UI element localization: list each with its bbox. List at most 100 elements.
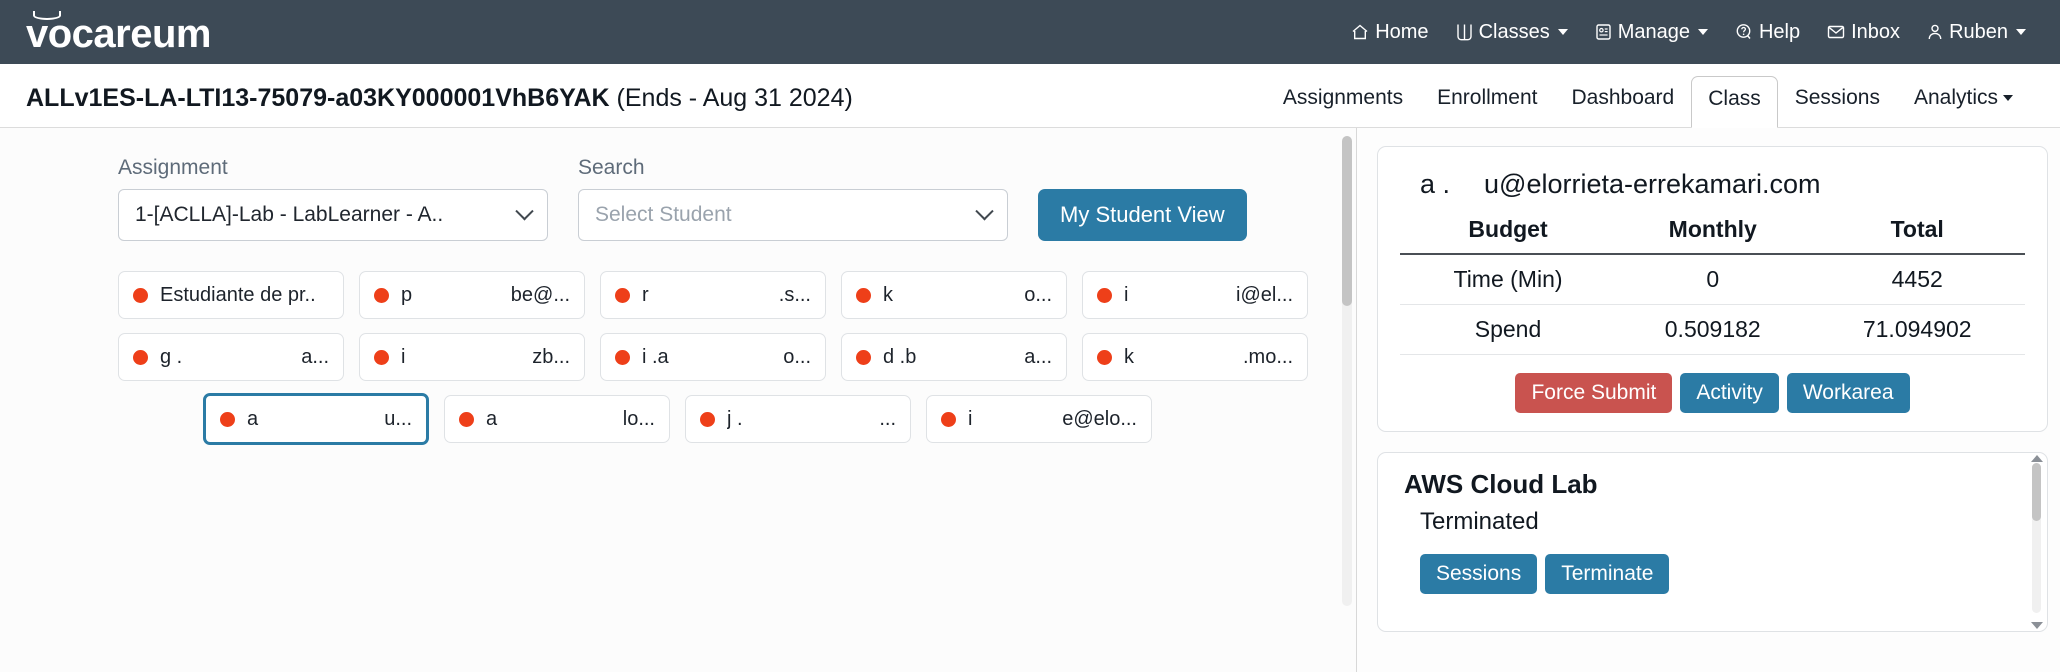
nav-inbox[interactable]: Inbox	[1826, 21, 1900, 44]
student-email: u...	[384, 407, 412, 430]
list-item[interactable]: a lo...	[444, 395, 670, 443]
status-dot-icon	[856, 287, 871, 303]
tab-class[interactable]: Class	[1691, 76, 1778, 128]
tab-assignments-label: Assignments	[1282, 86, 1404, 109]
budget-table: Budget Monthly Total Time (Min) 0 4452 S…	[1400, 212, 2025, 355]
chevron-down-icon	[1557, 29, 1568, 35]
tab-assignments[interactable]: Assignments	[1266, 75, 1420, 127]
list-item[interactable]: i e@elo...	[926, 395, 1152, 443]
nav-user[interactable]: Ruben	[1926, 21, 2026, 44]
nav-home[interactable]: Home	[1350, 20, 1429, 44]
student-search-placeholder: Select Student	[595, 203, 732, 226]
status-dot-icon	[374, 349, 389, 365]
lab-card-scrollbar-thumb[interactable]	[2032, 463, 2041, 521]
list-item[interactable]: Estudiante de pr...	[118, 271, 344, 319]
lab-card-scrollbar[interactable]	[2032, 463, 2041, 613]
scroll-up-icon[interactable]	[2031, 455, 2043, 462]
student-budget-card: a . u@elorrieta-errekamari.com Budget Mo…	[1377, 146, 2048, 432]
nav-manage[interactable]: Manage	[1594, 21, 1708, 44]
status-dot-icon	[1097, 287, 1112, 303]
id-card-icon	[1594, 22, 1613, 42]
chevron-down-icon	[515, 201, 534, 220]
status-dot-icon	[700, 411, 715, 427]
chevron-down-icon	[1697, 29, 1708, 35]
row-label: Spend	[1400, 304, 1617, 355]
student-email: i@el...	[1236, 283, 1293, 306]
lab-status: Terminated	[1420, 508, 1539, 535]
list-item[interactable]: d .b a...	[841, 333, 1067, 381]
workarea-button[interactable]: Workarea	[1786, 373, 1910, 413]
student-email: a...	[1024, 345, 1052, 368]
student-name: p	[401, 283, 413, 306]
list-item[interactable]: r .s...	[600, 271, 826, 319]
student-row-3: a u... a lo... j . ... i e@elo...	[118, 393, 1356, 445]
book-icon	[1455, 22, 1474, 42]
tab-enrollment[interactable]: Enrollment	[1420, 75, 1554, 127]
student-search-select[interactable]: Select Student	[578, 189, 1008, 241]
vocareum-logo[interactable]: vocareum	[26, 10, 211, 54]
my-student-view-button[interactable]: My Student View	[1038, 189, 1247, 241]
row-monthly: 0	[1616, 254, 1810, 305]
class-roster-pane: Assignment 1-[ACLLA]-Lab - LabLearner - …	[0, 128, 1356, 672]
top-nav-items: Home Classes Manage Help Inbox Ruben	[1350, 21, 2026, 44]
student-name: r	[642, 283, 649, 306]
lab-terminate-button[interactable]: Terminate	[1545, 554, 1670, 594]
student-email: zb...	[532, 345, 570, 368]
list-item[interactable]: p be@...	[359, 271, 585, 319]
list-item-selected[interactable]: a u...	[203, 393, 429, 445]
list-item[interactable]: g . a...	[118, 333, 344, 381]
list-item[interactable]: i i@el...	[1082, 271, 1308, 319]
list-item[interactable]: k o...	[841, 271, 1067, 319]
assignment-select[interactable]: 1-[ACLLA]-Lab - LabLearner - A..	[118, 189, 548, 241]
student-name: g .	[160, 345, 183, 368]
student-email: o...	[1024, 283, 1052, 306]
student-email: ...	[879, 407, 896, 430]
table-row: Time (Min) 0 4452	[1400, 254, 2025, 305]
student-chip-grid: Estudiante de pr... p be@... r .s... k o…	[118, 271, 1356, 445]
student-email: e@elo...	[1062, 407, 1137, 430]
student-name: i	[1124, 283, 1129, 306]
nav-help[interactable]: Help	[1734, 21, 1800, 44]
student-row-2: g . a... i zb... i .a o... d .b a... k .…	[118, 333, 1356, 381]
course-end-date: (Ends - Aug 31 2024)	[616, 84, 853, 112]
status-dot-icon	[615, 287, 630, 303]
roster-scrollbar-thumb[interactable]	[1342, 136, 1352, 306]
tab-sessions[interactable]: Sessions	[1778, 75, 1897, 127]
nav-classes-label: Classes	[1478, 20, 1550, 43]
student-email: lo...	[622, 407, 655, 430]
student-name: i .a	[642, 345, 669, 368]
nav-home-label: Home	[1375, 20, 1429, 43]
chevron-down-icon	[2003, 95, 2013, 101]
tab-analytics-label: Analytics	[1913, 86, 1998, 109]
status-dot-icon	[133, 287, 148, 303]
status-dot-icon	[374, 287, 389, 303]
roster-scrollbar[interactable]	[1342, 136, 1352, 606]
chevron-down-icon	[2016, 29, 2026, 35]
nav-classes[interactable]: Classes	[1455, 21, 1568, 44]
nav-inbox-label: Inbox	[1851, 20, 1901, 43]
status-dot-icon	[1097, 349, 1112, 365]
logo-arc-icon	[33, 11, 61, 20]
list-item[interactable]: i .a o...	[600, 333, 826, 381]
list-item[interactable]: i zb...	[359, 333, 585, 381]
force-submit-button[interactable]: Force Submit	[1515, 373, 1673, 413]
list-item[interactable]: j . ...	[685, 395, 911, 443]
scroll-down-icon[interactable]	[2031, 622, 2043, 629]
assignment-field: Assignment 1-[ACLLA]-Lab - LabLearner - …	[118, 156, 548, 241]
student-name: a	[486, 407, 498, 430]
student-email: a...	[301, 345, 329, 368]
status-dot-icon	[133, 349, 148, 365]
main-content: Assignment 1-[ACLLA]-Lab - LabLearner - …	[0, 128, 2060, 672]
status-dot-icon	[615, 349, 630, 365]
lab-sessions-button[interactable]: Sessions	[1420, 554, 1538, 594]
chevron-down-icon	[975, 201, 994, 220]
student-email: .mo...	[1242, 345, 1293, 368]
tab-dashboard[interactable]: Dashboard	[1555, 75, 1692, 127]
tab-analytics[interactable]: Analytics	[1897, 75, 2030, 127]
assignment-label: Assignment	[118, 156, 228, 179]
activity-button[interactable]: Activity	[1680, 373, 1779, 413]
course-tabs: Assignments Enrollment Dashboard Class S…	[1266, 75, 2030, 128]
student-name: Estudiante de pr...	[160, 283, 317, 306]
list-item[interactable]: k .mo...	[1082, 333, 1308, 381]
nav-manage-label: Manage	[1617, 20, 1690, 43]
